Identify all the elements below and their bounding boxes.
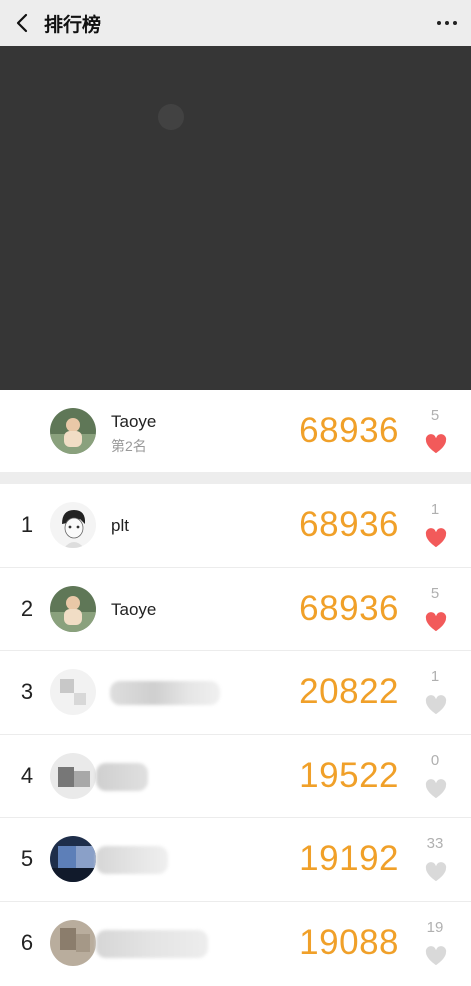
avatar[interactable] [50, 502, 96, 549]
score: 68936 [299, 505, 399, 545]
score: 68936 [299, 588, 399, 628]
heart-outline-icon[interactable] [425, 695, 447, 715]
heart-outline-icon[interactable] [425, 945, 447, 966]
avatar-image [50, 836, 96, 883]
list-item[interactable]: 6 19088 19 [0, 901, 471, 985]
like-count: 1 [430, 501, 440, 518]
heart-icon[interactable] [425, 528, 447, 548]
rank-number: 2 [20, 595, 34, 621]
avatar-image [50, 408, 96, 454]
avatar[interactable] [50, 669, 96, 716]
like-count: 33 [426, 835, 444, 852]
avatar-image [50, 920, 96, 967]
avatar-image [50, 502, 96, 549]
list-item[interactable]: 4 19522 0 [0, 734, 471, 818]
heart-outline-icon[interactable] [425, 862, 447, 882]
masked-user-name [96, 846, 168, 874]
more-dots-icon [437, 21, 441, 25]
rank-number: 6 [20, 930, 34, 956]
my-name: Taoye [111, 412, 157, 431]
like-count: 1 [430, 668, 440, 685]
leaderboard-list: 1 plt 68936 1 2 Taoye 68936 5 3 20822 1 … [0, 484, 471, 985]
list-item[interactable]: 2 Taoye 68936 5 [0, 567, 471, 651]
rank-number: 5 [20, 846, 34, 872]
list-item[interactable]: 3 20822 1 [0, 651, 471, 735]
avatar-image [50, 669, 96, 716]
more-button[interactable] [437, 0, 457, 46]
my-rank-card: Taoye 第2名 68936 5 [0, 390, 471, 472]
watermark [158, 104, 302, 130]
like-count: 19 [426, 918, 444, 936]
avatar-image [50, 752, 96, 799]
score: 19522 [299, 755, 399, 795]
avatar[interactable] [50, 920, 96, 967]
heart-icon[interactable] [425, 434, 447, 454]
avatar[interactable] [50, 752, 96, 799]
rank-number: 4 [20, 762, 34, 788]
page-title: 排行榜 [44, 14, 102, 36]
user-name: Taoye [111, 599, 157, 619]
back-button[interactable] [0, 0, 44, 46]
heart-icon[interactable] [425, 611, 447, 632]
section-divider [0, 472, 471, 484]
masked-user-name [96, 762, 148, 791]
my-like-count: 5 [430, 407, 440, 424]
game-banner[interactable] [0, 46, 471, 390]
masked-user-name [96, 929, 208, 958]
score: 20822 [299, 672, 399, 712]
avatar[interactable] [50, 408, 96, 454]
score: 19088 [299, 923, 399, 963]
rank-number: 1 [20, 512, 34, 538]
heart-outline-icon[interactable] [425, 778, 447, 799]
my-score: 68936 [299, 411, 399, 450]
nav-bar: 排行榜 [0, 0, 471, 46]
avatar[interactable] [50, 585, 96, 632]
avatar[interactable] [50, 836, 96, 883]
my-rank-text: 第2名 [111, 438, 147, 454]
like-count: 0 [430, 751, 440, 769]
avatar-image [50, 585, 96, 632]
rank-number: 3 [20, 679, 34, 705]
list-item[interactable]: 5 19192 33 [0, 818, 471, 902]
chevron-left-icon [16, 13, 28, 33]
score: 19192 [299, 839, 399, 879]
like-count: 5 [430, 584, 440, 602]
list-item[interactable]: 1 plt 68936 1 [0, 484, 471, 568]
masked-user-name [110, 681, 220, 705]
user-name: plt [111, 516, 129, 535]
